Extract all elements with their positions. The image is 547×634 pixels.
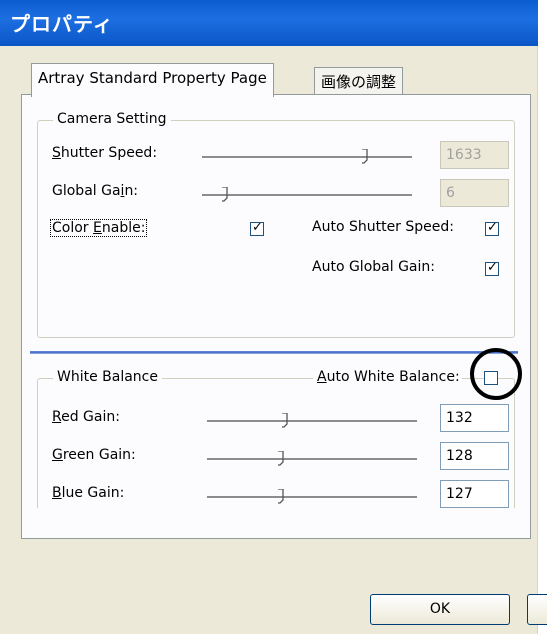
red-gain-label: Red Gain: — [52, 409, 120, 425]
tab-label: Artray Standard Property Page — [38, 69, 267, 87]
slider-thumb[interactable] — [278, 451, 286, 466]
camera-setting-legend: Camera Setting — [53, 111, 171, 127]
blue-gain-value[interactable]: 127 — [440, 480, 509, 508]
property-page-panel: Camera Setting Shutter Speed: 1633 Globa… — [21, 94, 531, 539]
annotation-circle — [470, 348, 522, 400]
auto-white-balance-label: Auto White Balance: — [313, 369, 462, 385]
tab-image-adjust[interactable]: 画像の調整 — [314, 67, 404, 97]
slider-thumb[interactable] — [278, 489, 286, 504]
global-gain-label: Global Gain: — [52, 183, 139, 199]
check-icon: ✓ — [487, 220, 498, 235]
green-gain-label: Green Gain: — [52, 447, 136, 463]
auto-global-gain-label: Auto Global Gain: — [312, 259, 435, 275]
auto-global-gain-checkbox[interactable]: ✓ — [485, 260, 499, 276]
window-title: プロパティ — [10, 12, 114, 36]
tab-artray-standard[interactable]: Artray Standard Property Page — [31, 63, 274, 97]
blue-gain-slider[interactable] — [207, 488, 417, 504]
color-enable-checkbox[interactable]: ✓ — [250, 220, 264, 236]
global-gain-value[interactable]: 6 — [440, 179, 509, 207]
ok-button[interactable]: OK — [370, 594, 510, 625]
green-gain-slider[interactable] — [207, 450, 417, 466]
cancel-button-partial[interactable] — [527, 594, 547, 625]
red-gain-value[interactable]: 132 — [440, 404, 509, 432]
auto-shutter-speed-checkbox[interactable]: ✓ — [485, 220, 499, 236]
slider-thumb[interactable] — [222, 187, 230, 202]
properties-dialog: プロパティ Artray Standard Property Page 画像の調… — [0, 0, 547, 634]
color-enable-label: Color Enable: — [50, 219, 148, 237]
red-gain-slider[interactable] — [207, 412, 417, 428]
slider-thumb[interactable] — [282, 413, 290, 428]
section-divider — [30, 351, 518, 354]
check-icon: ✓ — [252, 220, 263, 235]
check-icon: ✓ — [487, 260, 498, 275]
shutter-speed-label: Shutter Speed: — [52, 145, 158, 161]
blue-gain-label: Blue Gain: — [52, 485, 125, 501]
green-gain-value[interactable]: 128 — [440, 442, 509, 470]
shutter-speed-value[interactable]: 1633 — [440, 141, 509, 169]
auto-shutter-speed-label: Auto Shutter Speed: — [312, 219, 454, 235]
title-bar[interactable]: プロパティ — [0, 0, 538, 46]
white-balance-legend: White Balance — [53, 369, 162, 385]
shutter-speed-slider[interactable] — [202, 148, 412, 164]
tab-label: 画像の調整 — [321, 73, 397, 91]
slider-thumb[interactable] — [362, 149, 370, 164]
global-gain-slider[interactable] — [202, 186, 412, 202]
